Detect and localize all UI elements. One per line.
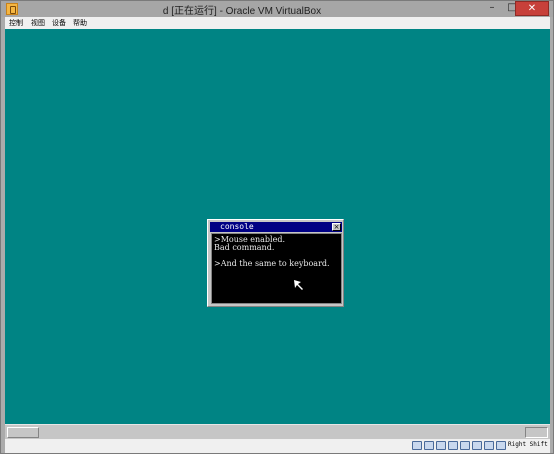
mouse-integration-icon[interactable] xyxy=(496,441,506,450)
console-line: >And the same to keyboard. xyxy=(214,259,330,268)
taskbar-start-button[interactable] xyxy=(7,427,39,438)
hard-disk-icon[interactable] xyxy=(412,441,422,450)
console-line: Bad command. xyxy=(214,243,275,252)
host-key-label: Right Shift xyxy=(508,441,548,448)
menu-bar: 控制 视图 设备 帮助 xyxy=(5,17,550,29)
console-window[interactable]: console × >Mouse enabled. Bad command. >… xyxy=(207,219,344,307)
status-bar: Right Shift xyxy=(5,439,550,453)
taskbar-tray xyxy=(525,427,548,438)
close-button[interactable]: ✕ xyxy=(515,1,549,16)
menu-help[interactable]: 帮助 xyxy=(73,18,87,28)
window-title: d [正在运行] - Oracle VM VirtualBox xyxy=(162,6,322,17)
console-title: console xyxy=(220,222,254,231)
virtualbox-window: d [正在运行] - Oracle VM VirtualBox – □ ✕ 控制… xyxy=(0,0,554,454)
console-close-button[interactable]: × xyxy=(332,223,341,231)
mouse-cursor-icon xyxy=(294,280,303,290)
usb-icon[interactable] xyxy=(436,441,446,450)
menu-view[interactable]: 视图 xyxy=(31,18,45,28)
optical-drive-icon[interactable] xyxy=(424,441,434,450)
display-icon[interactable] xyxy=(460,441,470,450)
menu-control[interactable]: 控制 xyxy=(9,18,23,28)
title-bar[interactable]: d [正在运行] - Oracle VM VirtualBox – □ ✕ xyxy=(1,1,553,17)
network-icon[interactable] xyxy=(472,441,482,450)
shared-folder-icon[interactable] xyxy=(448,441,458,450)
menu-devices[interactable]: 设备 xyxy=(52,18,66,28)
capture-icon[interactable] xyxy=(484,441,494,450)
guest-taskbar xyxy=(5,424,550,439)
console-output[interactable]: >Mouse enabled. Bad command. >And the sa… xyxy=(211,233,342,304)
minimize-button[interactable]: – xyxy=(481,1,503,16)
console-title-bar[interactable]: console × xyxy=(210,222,342,232)
